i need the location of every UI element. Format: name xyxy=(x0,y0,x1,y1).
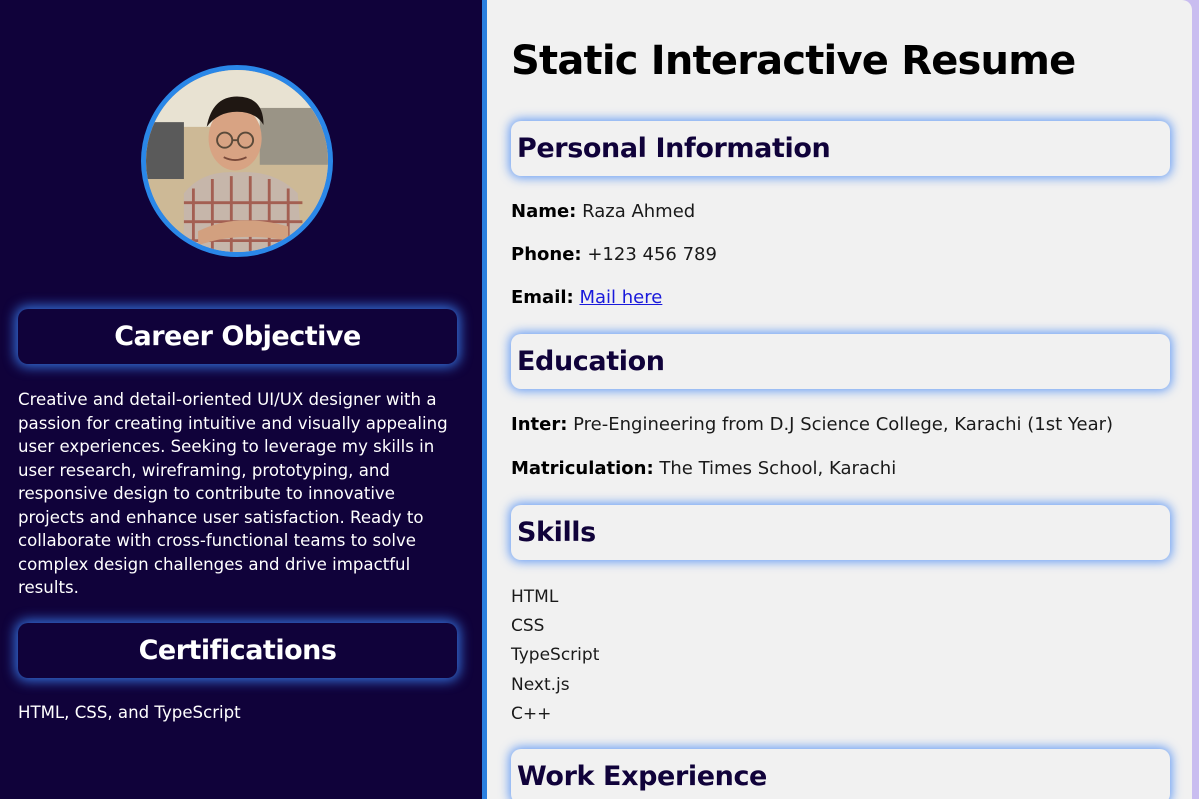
matriculation-row: Matriculation: The Times School, Karachi xyxy=(511,458,896,479)
skills-list: HTML CSS TypeScript Next.js C++ xyxy=(511,583,599,729)
email-label: Email: xyxy=(511,287,574,308)
page-background-strip xyxy=(1192,0,1199,799)
name-value: Raza Ahmed xyxy=(582,201,696,222)
career-objective-heading: Career Objective xyxy=(18,309,457,364)
skill-item: C++ xyxy=(511,703,552,724)
certifications-heading: Certifications xyxy=(18,623,457,678)
skill-item: CSS xyxy=(511,616,545,637)
name-label: Name: xyxy=(511,201,577,222)
personal-information-heading: Personal Information xyxy=(511,121,1170,176)
main-content: Static Interactive Resume Personal Infor… xyxy=(487,0,1192,799)
matriculation-value: The Times School, Karachi xyxy=(659,458,897,479)
email-link[interactable]: Mail here xyxy=(579,287,662,308)
work-experience-heading: Work Experience xyxy=(511,749,1170,799)
skill-item: TypeScript xyxy=(511,645,600,666)
phone-value: +123 456 789 xyxy=(587,244,717,265)
inter-value: Pre-Engineering from D.J Science College… xyxy=(573,414,1114,435)
inter-label: Inter: xyxy=(511,414,568,435)
page-title: Static Interactive Resume xyxy=(511,38,1076,84)
email-row: Email: Mail here xyxy=(511,287,662,308)
skill-item: HTML xyxy=(511,587,559,607)
phone-row: Phone: +123 456 789 xyxy=(511,244,717,265)
phone-label: Phone: xyxy=(511,244,582,265)
certifications-text: HTML, CSS, and TypeScript xyxy=(18,703,241,722)
inter-row: Inter: Pre-Engineering from D.J Science … xyxy=(511,414,1113,435)
skill-item: Next.js xyxy=(511,674,570,695)
education-heading: Education xyxy=(511,334,1170,389)
skills-heading: Skills xyxy=(511,505,1170,560)
name-row: Name: Raza Ahmed xyxy=(511,201,695,222)
avatar xyxy=(141,65,333,257)
career-objective-text: Creative and detail-oriented UI/UX desig… xyxy=(18,390,448,597)
profile-photo xyxy=(146,70,328,252)
sidebar: Career Objective Creative and detail-ori… xyxy=(0,0,482,799)
matriculation-label: Matriculation: xyxy=(511,458,654,479)
